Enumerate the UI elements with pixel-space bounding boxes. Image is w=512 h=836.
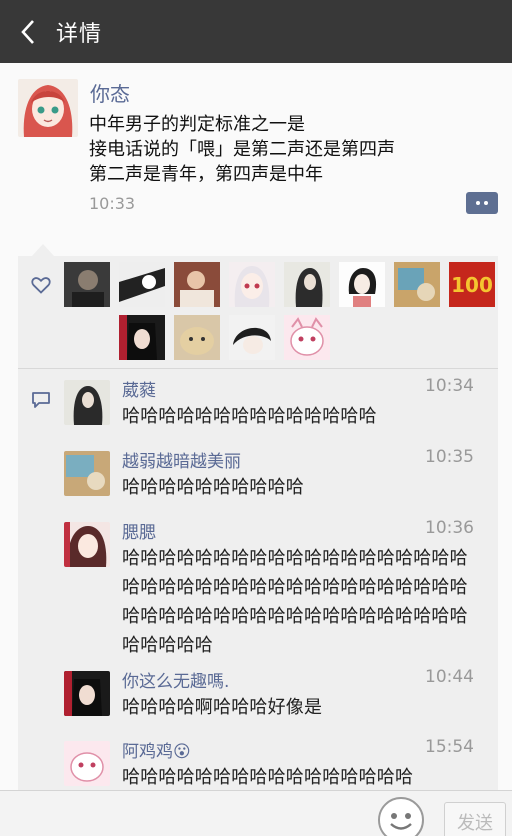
- commenter-name[interactable]: 葳蕤: [122, 376, 156, 401]
- svg-text:100: 100: [451, 273, 493, 297]
- like-avatar[interactable]: [284, 262, 330, 307]
- commenter-avatar[interactable]: [64, 380, 110, 425]
- heart-icon: [31, 277, 51, 294]
- smiley-icon: [390, 813, 412, 830]
- like-avatar[interactable]: [284, 315, 330, 360]
- like-avatar[interactable]: [64, 262, 110, 307]
- comment-text: 哈哈哈哈哈哈哈哈哈哈哈哈哈哈: [122, 406, 377, 427]
- commenter-avatar[interactable]: [64, 451, 110, 496]
- comment-timestamp: 15:54: [425, 737, 474, 757]
- like-avatar[interactable]: [229, 315, 275, 360]
- panel-pointer: [32, 244, 54, 256]
- poster-name[interactable]: 你态: [90, 78, 130, 107]
- post-timestamp: 10:33: [89, 194, 136, 213]
- like-avatar[interactable]: [119, 315, 165, 360]
- commenter-name[interactable]: 阿鸡鸡😮: [122, 737, 191, 762]
- back-button[interactable]: [0, 0, 56, 63]
- post-line: 第二声是青年，第四声是中年: [89, 164, 323, 185]
- commenter-name[interactable]: 你这么无趣嗎.: [122, 667, 229, 692]
- post-line: 接电话说的「喂」是第二声还是第四声: [89, 139, 395, 160]
- dot-icon: [484, 201, 488, 205]
- panel-divider: [18, 368, 498, 369]
- comment-input-bar[interactable]: [0, 790, 512, 836]
- dot-icon: [476, 201, 480, 205]
- send-button[interactable]: 发送: [444, 802, 506, 836]
- commenter-name[interactable]: 越弱越暗越美丽: [122, 447, 241, 472]
- comment-action-button[interactable]: [466, 192, 498, 214]
- top-bar: 详情: [0, 0, 512, 63]
- emoji-button[interactable]: [378, 797, 424, 836]
- comment-text: 哈哈哈哈哈哈哈哈哈哈: [122, 477, 304, 498]
- commenter-avatar[interactable]: [64, 671, 110, 716]
- like-avatar[interactable]: [229, 262, 275, 307]
- like-avatar[interactable]: [174, 262, 220, 307]
- poster-avatar[interactable]: [18, 79, 78, 137]
- comment-timestamp: 10:35: [425, 447, 474, 467]
- comment-timestamp: 10:34: [425, 376, 474, 396]
- post-line: 中年男子的判定标准之一是: [89, 114, 305, 135]
- comment-timestamp: 10:36: [425, 518, 474, 538]
- like-avatar[interactable]: 100: [449, 262, 495, 307]
- comment-bubble-icon: [32, 392, 50, 408]
- comment-timestamp: 10:44: [425, 667, 474, 687]
- like-avatar[interactable]: [339, 262, 385, 307]
- like-avatar[interactable]: [119, 262, 165, 307]
- like-avatar[interactable]: [394, 262, 440, 307]
- page-title: 详情: [56, 21, 103, 47]
- commenter-avatar[interactable]: [64, 522, 110, 567]
- post-text: 中年男子的判定标准之一是 接电话说的「喂」是第二声还是第四声 第二声是青年，第四…: [89, 112, 489, 187]
- comment-text: 哈哈哈哈哈哈哈哈哈哈哈哈哈哈哈哈: [122, 767, 414, 788]
- comment-text: 哈哈哈哈啊哈哈哈好像是: [122, 697, 323, 718]
- commenter-name[interactable]: 腮腮: [122, 518, 156, 543]
- commenter-avatar[interactable]: [64, 741, 110, 786]
- chevron-left-icon: [21, 19, 34, 44]
- like-avatar[interactable]: [174, 315, 220, 360]
- comment-text: 哈哈哈哈哈哈哈哈哈哈哈哈哈哈哈哈哈哈哈哈哈哈哈哈哈哈哈哈哈哈哈哈哈哈哈哈哈哈哈哈…: [122, 548, 468, 656]
